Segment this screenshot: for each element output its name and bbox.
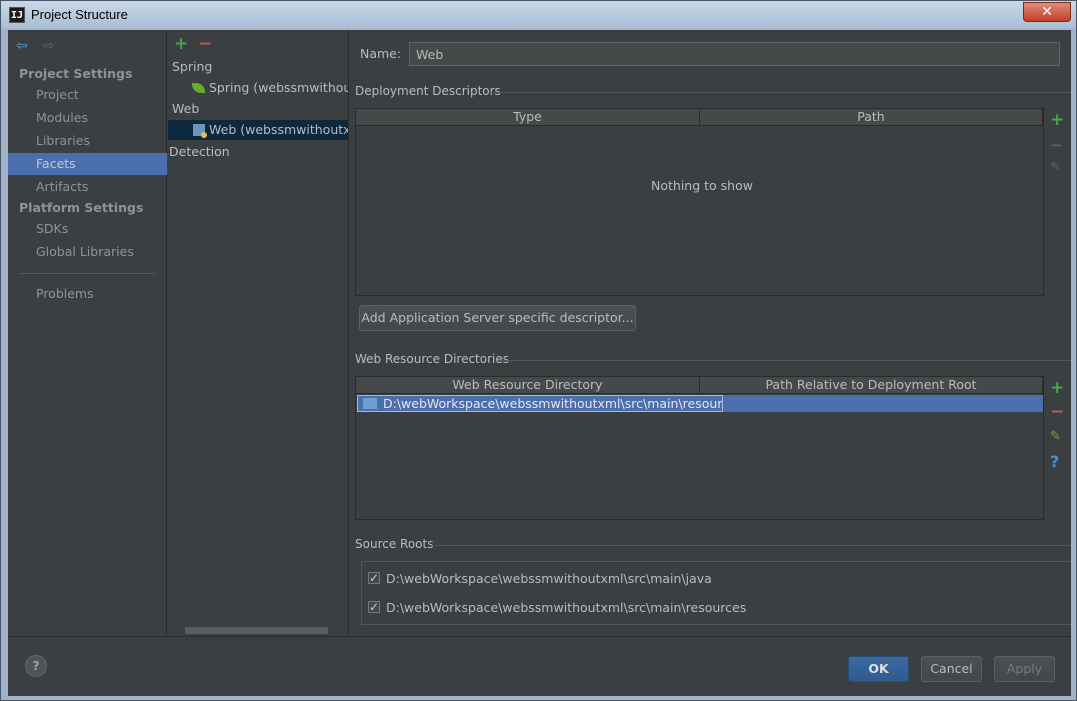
web-facet-icon [193, 124, 207, 138]
list-item[interactable]: D:\webWorkspace\webssmwithoutxml\src\mai… [368, 598, 747, 617]
deployment-descriptors-title: Deployment Descriptors [355, 84, 501, 98]
spring-module-label: Spring (webssmwithoutxml) [209, 80, 349, 95]
back-arrow-icon[interactable]: ⇦ [16, 38, 28, 54]
tree-horizontal-scrollbar[interactable] [185, 627, 328, 634]
web-resource-directory-cell[interactable]: D:\webWorkspace\webssmwithoutxml\src\mai… [357, 395, 723, 412]
edit-descriptor-icon[interactable]: ✎ [1050, 160, 1061, 175]
ok-button[interactable]: OK [848, 656, 909, 682]
facets-tree: + − Spring Spring (webssmwithoutxml) Web… [168, 30, 349, 636]
platform-settings-header: Platform Settings [19, 200, 144, 215]
add-server-descriptor-button[interactable]: Add Application Server specific descript… [359, 305, 636, 331]
name-label: Name: [360, 46, 402, 61]
dialog-content: ⇦ ⇨ Project Settings Project Modules Lib… [8, 30, 1071, 696]
column-path-relative[interactable]: Path Relative to Deployment Root [700, 377, 1043, 394]
source-root-checkbox-java[interactable] [368, 569, 380, 587]
project-settings-header: Project Settings [19, 66, 133, 81]
web-resource-directories-title: Web Resource Directories [355, 352, 509, 366]
help-button[interactable]: ? [25, 655, 47, 677]
footer-divider [8, 636, 1071, 637]
project-structure-window: IJ Project Structure ✕ ⇦ ⇨ Project Setti… [0, 0, 1077, 701]
intellij-app-icon: IJ [9, 7, 25, 23]
source-root-resources-path: D:\webWorkspace\webssmwithoutxml\src\mai… [386, 600, 747, 615]
web-resource-toolbar: + − ✎ ? [1044, 376, 1070, 520]
column-type[interactable]: Type [356, 109, 700, 126]
nav-item-libraries[interactable]: Libraries [8, 130, 167, 152]
tree-node-spring-module[interactable]: Spring (webssmwithoutxml) [192, 78, 349, 98]
apply-button[interactable]: Apply [994, 656, 1055, 682]
web-module-label: Web (webssmwithoutxml) [209, 122, 348, 137]
window-title: Project Structure [31, 7, 128, 22]
source-roots-divider [431, 545, 1071, 546]
tree-node-detection[interactable]: Detection [169, 142, 230, 162]
forward-arrow-icon[interactable]: ⇨ [42, 38, 54, 54]
column-web-resource-directory[interactable]: Web Resource Directory [356, 377, 700, 394]
add-web-resource-icon[interactable]: + [1050, 378, 1064, 398]
deployment-table-header: Type Path [356, 109, 1043, 126]
deployment-divider [489, 92, 1071, 93]
deployment-descriptors-table[interactable]: Type Path Nothing to show [355, 108, 1044, 296]
spring-leaf-icon [192, 83, 205, 93]
edit-web-resource-icon[interactable]: ✎ [1050, 429, 1061, 444]
column-path[interactable]: Path [700, 109, 1043, 126]
nav-arrows: ⇦ ⇨ [16, 38, 54, 54]
source-roots-title: Source Roots [355, 537, 434, 551]
close-window-button[interactable]: ✕ [1023, 2, 1071, 22]
source-roots-list: D:\webWorkspace\webssmwithoutxml\src\mai… [361, 561, 1071, 625]
path-relative-cell[interactable] [723, 395, 1043, 412]
nav-item-facets[interactable]: Facets [8, 153, 167, 175]
tree-node-web[interactable]: Web [172, 99, 199, 119]
nav-item-modules[interactable]: Modules [8, 107, 167, 129]
nav-item-problems[interactable]: Problems [8, 283, 167, 305]
help-web-resource-icon[interactable]: ? [1050, 452, 1059, 471]
web-resource-directory-value: D:\webWorkspace\webssmwithoutxml\src\mai… [383, 396, 723, 411]
cancel-button[interactable]: Cancel [921, 656, 982, 682]
title-bar[interactable]: IJ Project Structure ✕ [1, 1, 1076, 29]
table-row[interactable]: D:\webWorkspace\webssmwithoutxml\src\mai… [357, 395, 1043, 412]
deployment-toolbar: + − ✎ [1044, 108, 1070, 296]
remove-facet-icon[interactable]: − [198, 34, 212, 54]
nav-divider [20, 273, 155, 274]
nav-item-sdks[interactable]: SDKs [8, 218, 167, 240]
list-item[interactable]: D:\webWorkspace\webssmwithoutxml\src\mai… [368, 569, 712, 588]
add-descriptor-icon[interactable]: + [1050, 110, 1064, 130]
source-root-checkbox-resources[interactable] [368, 598, 380, 616]
nav-item-project[interactable]: Project [8, 84, 167, 106]
empty-table-message: Nothing to show [651, 178, 753, 193]
folder-icon [363, 398, 377, 409]
web-resource-table[interactable]: Web Resource Directory Path Relative to … [355, 376, 1044, 520]
remove-web-resource-icon[interactable]: − [1050, 402, 1064, 422]
facet-details-panel: Name: Deployment Descriptors Type Path N… [349, 30, 1071, 636]
add-facet-icon[interactable]: + [174, 34, 188, 54]
nav-item-artifacts[interactable]: Artifacts [8, 176, 167, 198]
nav-item-global-libraries[interactable]: Global Libraries [8, 241, 167, 263]
web-resource-divider [497, 360, 1071, 361]
tree-node-web-module[interactable]: Web (webssmwithoutxml) [168, 120, 348, 140]
remove-descriptor-icon[interactable]: − [1050, 136, 1063, 154]
tree-node-spring[interactable]: Spring [172, 57, 212, 77]
source-root-java-path: D:\webWorkspace\webssmwithoutxml\src\mai… [386, 571, 712, 586]
settings-nav: ⇦ ⇨ Project Settings Project Modules Lib… [8, 30, 167, 636]
facet-name-input[interactable] [409, 42, 1060, 66]
web-resource-table-header: Web Resource Directory Path Relative to … [356, 377, 1043, 394]
